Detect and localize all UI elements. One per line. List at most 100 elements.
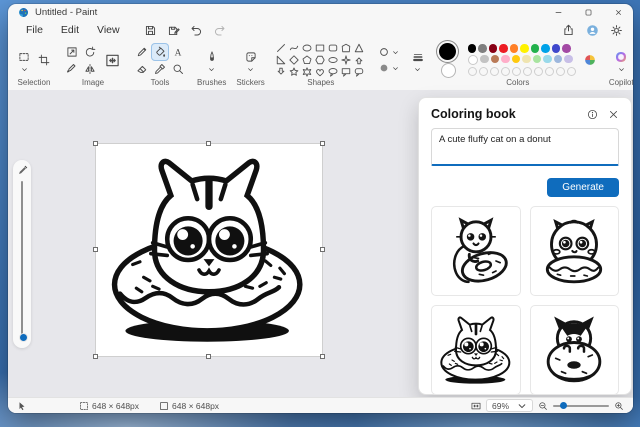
pencil-tool-button[interactable] bbox=[133, 43, 151, 61]
drawing-canvas[interactable] bbox=[93, 141, 325, 359]
color-swatch[interactable] bbox=[564, 54, 573, 63]
copilot-icon[interactable] bbox=[612, 48, 630, 66]
color-swatch[interactable] bbox=[488, 44, 498, 53]
color-swatch[interactable] bbox=[480, 54, 489, 63]
thumbnail-fluffy-cat-on-donut[interactable] bbox=[529, 206, 619, 296]
redo-icon[interactable] bbox=[213, 24, 226, 37]
shape-heart-icon[interactable] bbox=[314, 66, 327, 78]
selection-handle-top-middle[interactable] bbox=[206, 141, 211, 146]
flip-button[interactable] bbox=[81, 60, 99, 78]
close-button[interactable] bbox=[603, 4, 633, 21]
empty-color-slot[interactable] bbox=[566, 67, 576, 76]
shape-speech-rect-icon[interactable] bbox=[340, 66, 353, 78]
maximize-button[interactable] bbox=[573, 4, 603, 21]
magnifier-tool-button[interactable] bbox=[169, 60, 187, 78]
shape-four-point-star-icon[interactable] bbox=[340, 54, 353, 66]
shape-pentagon-icon[interactable] bbox=[301, 54, 314, 66]
zoom-level-dropdown[interactable]: 69% bbox=[485, 399, 533, 412]
generate-button[interactable]: Generate bbox=[547, 178, 619, 197]
selection-handle-middle-left[interactable] bbox=[93, 247, 98, 252]
prompt-input[interactable]: A cute fluffy cat on a donut bbox=[431, 128, 619, 166]
color-swatch[interactable] bbox=[490, 54, 500, 63]
shape-oval-icon[interactable] bbox=[327, 54, 340, 66]
color-swatch[interactable] bbox=[467, 54, 479, 65]
save-as-icon[interactable] bbox=[167, 24, 180, 37]
menu-edit[interactable]: Edit bbox=[53, 23, 87, 37]
color-swatch[interactable] bbox=[562, 44, 571, 53]
shape-six-point-star-icon[interactable] bbox=[301, 66, 314, 78]
color-swatch[interactable] bbox=[543, 54, 552, 63]
color-swatch[interactable] bbox=[478, 44, 487, 53]
color-swatch[interactable] bbox=[520, 44, 529, 53]
brush-button[interactable] bbox=[203, 48, 221, 66]
color-swatch[interactable] bbox=[522, 54, 531, 63]
eraser-tool-button[interactable] bbox=[133, 60, 151, 78]
selection-handle-bottom-right[interactable] bbox=[320, 354, 325, 359]
info-icon[interactable] bbox=[587, 109, 598, 120]
empty-color-slot[interactable] bbox=[533, 67, 543, 76]
color-swatch[interactable] bbox=[501, 54, 510, 63]
slider-thumb[interactable] bbox=[18, 333, 28, 342]
shape-rectangle-icon[interactable] bbox=[314, 42, 327, 54]
zoom-in-icon[interactable] bbox=[614, 401, 624, 411]
fill-bucket-tool-button[interactable] bbox=[151, 43, 169, 61]
selection-handle-bottom-middle[interactable] bbox=[206, 354, 211, 359]
shape-triangle-icon[interactable] bbox=[353, 42, 366, 54]
color-swatch[interactable] bbox=[467, 44, 477, 53]
foreground-color-swatch[interactable] bbox=[438, 43, 456, 60]
color-swatch[interactable] bbox=[530, 44, 540, 53]
close-panel-icon[interactable] bbox=[608, 109, 619, 120]
selection-handle-top-right[interactable] bbox=[320, 141, 325, 146]
chevron-down-icon[interactable] bbox=[21, 66, 28, 73]
settings-icon[interactable] bbox=[610, 24, 623, 37]
text-tool-button[interactable]: A bbox=[169, 43, 187, 61]
empty-color-slot[interactable] bbox=[467, 67, 477, 76]
selection-handle-middle-right[interactable] bbox=[320, 247, 325, 252]
chevron-down-icon[interactable] bbox=[414, 66, 421, 73]
minimize-button[interactable] bbox=[543, 4, 573, 21]
shape-polygon-icon[interactable] bbox=[340, 42, 353, 54]
background-color-swatch[interactable] bbox=[440, 63, 456, 78]
share-icon[interactable] bbox=[562, 24, 575, 37]
empty-color-slot[interactable] bbox=[500, 67, 510, 76]
chevron-down-icon[interactable] bbox=[618, 66, 625, 73]
shape-outline-button[interactable] bbox=[377, 45, 392, 59]
color-swatch[interactable] bbox=[509, 44, 519, 53]
undo-icon[interactable] bbox=[190, 24, 203, 37]
sticker-button[interactable] bbox=[242, 48, 260, 66]
image-resize-button[interactable] bbox=[101, 46, 123, 74]
color-swatch[interactable] bbox=[532, 54, 542, 63]
color-swatch[interactable] bbox=[541, 44, 550, 53]
selection-handle-top-left[interactable] bbox=[93, 141, 98, 146]
shape-rounded-rectangle-icon[interactable] bbox=[327, 42, 340, 54]
resize-button[interactable] bbox=[63, 43, 81, 61]
account-icon[interactable] bbox=[586, 24, 599, 37]
empty-color-slot[interactable] bbox=[489, 67, 499, 76]
markup-button[interactable] bbox=[63, 60, 81, 78]
shape-curve-icon[interactable] bbox=[288, 42, 301, 54]
color-swatch[interactable] bbox=[551, 44, 561, 53]
crop-button[interactable] bbox=[35, 51, 53, 69]
menu-view[interactable]: View bbox=[89, 23, 128, 37]
color-swatch[interactable] bbox=[553, 54, 563, 63]
shape-right-triangle-icon[interactable] bbox=[275, 54, 288, 66]
empty-color-slot[interactable] bbox=[522, 67, 532, 76]
zoom-slider[interactable] bbox=[553, 402, 609, 409]
shape-speech-round-icon[interactable] bbox=[353, 66, 366, 78]
thumbnail-black-white-cat-behind-donut[interactable] bbox=[529, 305, 619, 395]
color-swatch[interactable] bbox=[511, 54, 521, 63]
color-swatch[interactable] bbox=[499, 44, 508, 53]
shape-ellipse-icon[interactable] bbox=[301, 42, 314, 54]
zoom-slider-thumb[interactable] bbox=[560, 402, 567, 409]
selection-handle-bottom-left[interactable] bbox=[93, 354, 98, 359]
chevron-down-icon[interactable] bbox=[208, 66, 215, 73]
menu-file[interactable]: File bbox=[18, 23, 51, 37]
empty-color-slot[interactable] bbox=[511, 67, 521, 76]
chevron-down-icon[interactable] bbox=[247, 66, 254, 73]
shape-hexagon-icon[interactable] bbox=[314, 54, 327, 66]
line-size-button[interactable] bbox=[409, 48, 427, 66]
thumbnail-cat-hugging-donut[interactable] bbox=[431, 206, 521, 296]
empty-color-slot[interactable] bbox=[544, 67, 554, 76]
shape-speech-oval-icon[interactable] bbox=[327, 66, 340, 78]
eyedropper-tool-button[interactable] bbox=[151, 60, 169, 78]
